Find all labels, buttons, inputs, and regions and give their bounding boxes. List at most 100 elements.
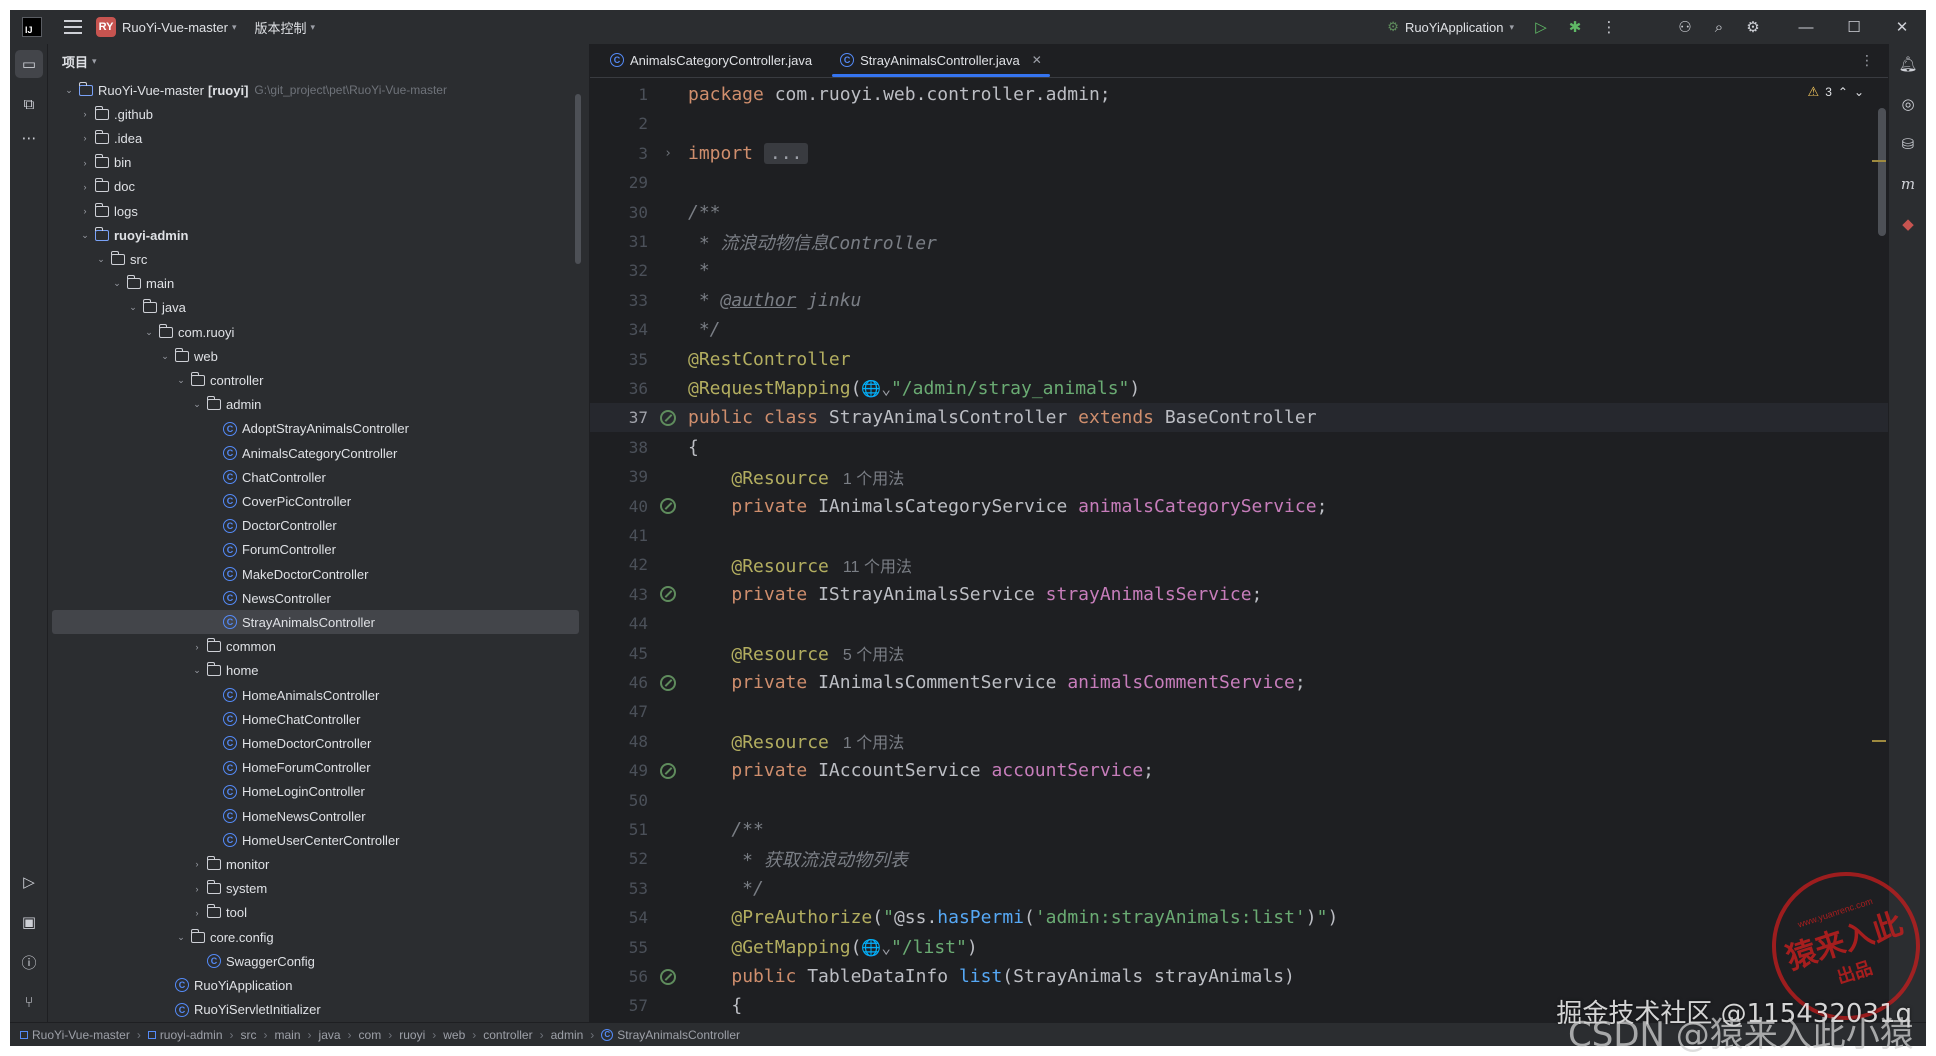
code-line[interactable]: 45 @Resource 5 个用法: [590, 639, 1888, 668]
code-line[interactable]: 52 * 获取流浪动物列表: [590, 844, 1888, 873]
tree-item[interactable]: C NewsController: [52, 586, 579, 610]
close-tab-icon[interactable]: ✕: [1032, 53, 1042, 67]
code-line[interactable]: 1 package com.ruoyi.web.controller.admin;: [590, 80, 1888, 109]
terminal-tool-icon[interactable]: ▣: [15, 908, 43, 936]
breadcrumb-item[interactable]: main: [275, 1028, 301, 1042]
tree-item[interactable]: ⌄ ruoyi-admin: [52, 223, 579, 247]
tree-item[interactable]: ⌄ java: [52, 296, 579, 320]
code-line[interactable]: 32 *: [590, 256, 1888, 285]
code-line[interactable]: 40 private IAnimalsCategoryService anima…: [590, 492, 1888, 521]
tree-item[interactable]: C DoctorController: [52, 514, 579, 538]
project-panel-header[interactable]: 项目 ▾: [48, 44, 589, 78]
code-line[interactable]: 42 @Resource 11 个用法: [590, 550, 1888, 579]
code-line[interactable]: 31 * 流浪动物信息Controller: [590, 227, 1888, 256]
more-tools-icon[interactable]: ⋯: [15, 124, 43, 152]
tree-item[interactable]: C HomeAnimalsController: [52, 683, 579, 707]
code-line[interactable]: 30 /**: [590, 198, 1888, 227]
chevron-down-icon[interactable]: ⌄: [78, 230, 92, 241]
breadcrumb-item[interactable]: com: [359, 1028, 382, 1042]
tree-item[interactable]: ⌄ src: [52, 247, 579, 271]
chevron-right-icon[interactable]: ›: [190, 859, 204, 869]
usage-hint[interactable]: 5 个用法: [843, 647, 904, 664]
chevron-right-icon[interactable]: ›: [78, 133, 92, 143]
code-line[interactable]: 54 @PreAuthorize("@ss.hasPermi('admin:st…: [590, 903, 1888, 932]
code-line[interactable]: 39 @Resource 1 个用法: [590, 462, 1888, 491]
tree-item[interactable]: › doc: [52, 175, 579, 199]
warning-marker[interactable]: [1872, 160, 1886, 162]
code-area[interactable]: 1 package com.ruoyi.web.controller.admin;…: [590, 80, 1888, 1022]
tree-item[interactable]: C StrayAnimalsController: [52, 610, 579, 635]
chevron-down-icon[interactable]: ⌄: [190, 399, 204, 410]
database-icon[interactable]: ⛁: [1894, 130, 1922, 158]
fold-expand-icon[interactable]: ›: [664, 146, 672, 161]
git-tool-icon[interactable]: ⑂: [15, 988, 43, 1016]
breadcrumb-item[interactable]: ruoyi: [399, 1028, 425, 1042]
search-icon[interactable]: ⌕: [1702, 10, 1736, 44]
code-line[interactable]: 35 @RestController: [590, 345, 1888, 374]
code-line[interactable]: 51 /**: [590, 815, 1888, 844]
code-line[interactable]: 2: [590, 109, 1888, 138]
tree-item[interactable]: C ChatController: [52, 465, 579, 489]
tree-item[interactable]: › bin: [52, 151, 579, 175]
chevron-down-icon[interactable]: ⌄: [62, 85, 76, 96]
breadcrumb-item[interactable]: ruoyi-admin: [147, 1028, 223, 1042]
maven-icon[interactable]: m: [1894, 170, 1922, 198]
tree-item[interactable]: ⌄ RuoYi-Vue-master [ruoyi] G:\git_project\p…: [52, 78, 579, 102]
breadcrumb-item[interactable]: admin: [551, 1028, 584, 1042]
code-line[interactable]: 34 */: [590, 315, 1888, 344]
chevron-right-icon[interactable]: ›: [190, 908, 204, 918]
tree-item[interactable]: ⌄ web: [52, 344, 579, 368]
code-line[interactable]: 44: [590, 609, 1888, 638]
tree-item[interactable]: C MakeDoctorController: [52, 562, 579, 586]
settings-icon[interactable]: ⚙: [1736, 10, 1770, 44]
tree-item[interactable]: C SwaggerConfig: [52, 949, 579, 973]
tree-item[interactable]: C HomeForumController: [52, 756, 579, 780]
code-line[interactable]: 49 private IAccountService accountServic…: [590, 756, 1888, 785]
chevron-down-icon[interactable]: ⌄: [126, 302, 140, 313]
services-tool-icon[interactable]: ▷: [15, 868, 43, 896]
project-tool-icon[interactable]: ▭: [15, 50, 43, 78]
folded-imports[interactable]: ...: [763, 142, 809, 164]
notifications-icon[interactable]: 🔔︎: [1894, 50, 1922, 78]
editor-scrollbar[interactable]: [1878, 108, 1886, 236]
debug-icon[interactable]: ✱: [1558, 10, 1592, 44]
tree-item[interactable]: › tool: [52, 901, 579, 925]
endpoint-icon[interactable]: [660, 968, 676, 985]
breadcrumb-item[interactable]: controller: [483, 1028, 532, 1042]
project-switcher[interactable]: RuoYi-Vue-master ▾: [122, 20, 237, 35]
code-line[interactable]: 36 @RequestMapping(🌐⌄"/admin/stray_animal…: [590, 374, 1888, 403]
vcs-menu[interactable]: 版本控制 ▾: [255, 18, 316, 37]
inspection-widget[interactable]: ⚠ 3 ⌃ ⌄: [1808, 84, 1864, 100]
bean-injection-icon[interactable]: [660, 498, 676, 515]
tree-item[interactable]: C HomeLoginController: [52, 780, 579, 804]
code-line[interactable]: 3 › import ...: [590, 139, 1888, 168]
chevron-right-icon[interactable]: ›: [190, 642, 204, 652]
breadcrumb-item[interactable]: src: [241, 1028, 257, 1042]
tree-item[interactable]: ⌄ home: [52, 659, 579, 683]
chevron-right-icon[interactable]: ›: [190, 884, 204, 894]
tree-item[interactable]: › logs: [52, 199, 579, 223]
tree-item[interactable]: C RuoYiServletInitializer: [52, 998, 579, 1022]
code-line[interactable]: 53 */: [590, 874, 1888, 903]
chevron-up-icon[interactable]: ⌃: [1838, 85, 1848, 99]
code-line[interactable]: 43 private IStrayAnimalsService strayAni…: [590, 580, 1888, 609]
tree-item[interactable]: › common: [52, 635, 579, 659]
tree-item[interactable]: C AdoptStrayAnimalsController: [52, 417, 579, 441]
project-scrollbar[interactable]: [575, 94, 581, 264]
usage-hint[interactable]: 1 个用法: [843, 735, 904, 752]
tree-item[interactable]: C ForumController: [52, 538, 579, 562]
chevron-down-icon[interactable]: ⌄: [174, 375, 188, 386]
tree-item[interactable]: › .github: [52, 102, 579, 126]
breadcrumb-item[interactable]: RuoYi-Vue-master: [20, 1028, 130, 1042]
structure-tool-icon[interactable]: ⧉: [15, 90, 43, 118]
bean-injection-icon[interactable]: [660, 409, 676, 426]
bean-injection-icon[interactable]: [660, 674, 676, 691]
chevron-down-icon[interactable]: ⌄: [174, 932, 188, 943]
tree-item[interactable]: C HomeChatController: [52, 707, 579, 731]
run-configuration-selector[interactable]: ⚙ RuoYiApplication ▾: [1387, 19, 1514, 35]
breadcrumb-item[interactable]: java: [319, 1028, 341, 1042]
tree-item[interactable]: C RuoYiApplication: [52, 973, 579, 997]
editor-tab[interactable]: C StrayAnimalsController.java ✕: [826, 44, 1056, 77]
tree-item[interactable]: C HomeDoctorController: [52, 731, 579, 755]
code-line[interactable]: 46 private IAnimalsCommentService animal…: [590, 668, 1888, 697]
